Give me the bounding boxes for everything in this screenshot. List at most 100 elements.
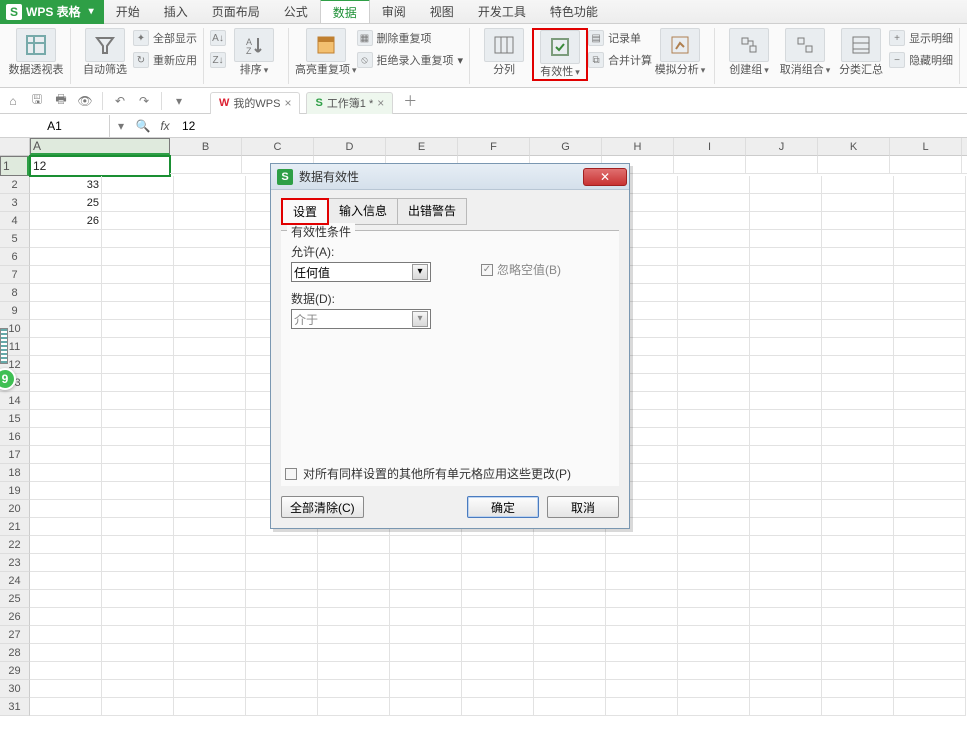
cell[interactable] bbox=[678, 464, 750, 482]
cell[interactable] bbox=[894, 698, 966, 716]
cell[interactable] bbox=[174, 248, 246, 266]
cell[interactable] bbox=[102, 482, 174, 500]
cell[interactable] bbox=[174, 194, 246, 212]
cell[interactable] bbox=[318, 572, 390, 590]
cell[interactable] bbox=[822, 230, 894, 248]
cell[interactable] bbox=[750, 482, 822, 500]
cell[interactable] bbox=[462, 572, 534, 590]
cell[interactable] bbox=[30, 302, 102, 320]
cell[interactable] bbox=[174, 500, 246, 518]
redo-icon[interactable]: ↷ bbox=[135, 92, 153, 110]
clear-all-button[interactable]: 全部清除(C) bbox=[281, 496, 364, 518]
home-icon[interactable]: ⌂ bbox=[4, 92, 22, 110]
cell[interactable] bbox=[102, 446, 174, 464]
cell[interactable] bbox=[894, 500, 966, 518]
cell[interactable] bbox=[678, 518, 750, 536]
cell[interactable] bbox=[894, 518, 966, 536]
cancel-button[interactable]: 取消 bbox=[547, 496, 619, 518]
cell[interactable] bbox=[102, 554, 174, 572]
cell[interactable] bbox=[606, 590, 678, 608]
cell[interactable] bbox=[822, 446, 894, 464]
cell[interactable] bbox=[390, 662, 462, 680]
cell[interactable] bbox=[822, 662, 894, 680]
row-header[interactable]: 18 bbox=[0, 464, 30, 482]
menu-item-6[interactable]: 视图 bbox=[418, 0, 466, 24]
row-header[interactable]: 21 bbox=[0, 518, 30, 536]
row-header[interactable]: 31 bbox=[0, 698, 30, 716]
cell[interactable] bbox=[102, 356, 174, 374]
cell[interactable] bbox=[462, 680, 534, 698]
print-icon[interactable]: 🖶 bbox=[52, 92, 70, 110]
cell[interactable] bbox=[30, 248, 102, 266]
cell[interactable] bbox=[318, 626, 390, 644]
cell[interactable] bbox=[534, 554, 606, 572]
cell[interactable] bbox=[318, 608, 390, 626]
row-header[interactable]: 27 bbox=[0, 626, 30, 644]
cell[interactable] bbox=[170, 156, 242, 174]
tab-error-alert[interactable]: 出错警告 bbox=[397, 198, 467, 225]
cell[interactable] bbox=[894, 320, 966, 338]
cell[interactable] bbox=[962, 156, 967, 174]
cell[interactable] bbox=[102, 680, 174, 698]
cell[interactable] bbox=[462, 662, 534, 680]
cell[interactable] bbox=[822, 500, 894, 518]
cell[interactable]: 33 bbox=[30, 176, 102, 194]
cell[interactable] bbox=[534, 644, 606, 662]
cell[interactable] bbox=[30, 626, 102, 644]
cell[interactable] bbox=[750, 428, 822, 446]
cell[interactable] bbox=[606, 536, 678, 554]
row-header[interactable]: 6 bbox=[0, 248, 30, 266]
cell[interactable] bbox=[822, 338, 894, 356]
app-badge[interactable]: S WPS 表格 ▾ bbox=[0, 0, 104, 24]
cell[interactable] bbox=[174, 230, 246, 248]
cell[interactable] bbox=[246, 554, 318, 572]
row-header[interactable]: 2 bbox=[0, 176, 30, 194]
row-header[interactable]: 25 bbox=[0, 590, 30, 608]
cell[interactable] bbox=[822, 302, 894, 320]
hide-detail-button[interactable]: −隐藏明细 bbox=[889, 52, 953, 68]
cell[interactable] bbox=[246, 626, 318, 644]
cell[interactable]: 26 bbox=[30, 212, 102, 230]
autofilter-button[interactable]: 自动筛选 bbox=[77, 28, 133, 77]
cell[interactable] bbox=[894, 392, 966, 410]
cell[interactable] bbox=[678, 320, 750, 338]
column-header[interactable]: H bbox=[602, 138, 674, 156]
cell[interactable] bbox=[30, 500, 102, 518]
cell[interactable] bbox=[894, 482, 966, 500]
cell[interactable] bbox=[390, 626, 462, 644]
column-header[interactable]: M bbox=[962, 138, 967, 156]
cell[interactable] bbox=[246, 680, 318, 698]
cell[interactable] bbox=[174, 176, 246, 194]
formula-input[interactable] bbox=[176, 119, 967, 133]
cell[interactable] bbox=[174, 572, 246, 590]
cell[interactable] bbox=[102, 338, 174, 356]
cell[interactable] bbox=[678, 176, 750, 194]
cell[interactable] bbox=[750, 572, 822, 590]
cell[interactable] bbox=[174, 518, 246, 536]
cell[interactable] bbox=[174, 410, 246, 428]
cell[interactable] bbox=[390, 590, 462, 608]
cell[interactable] bbox=[750, 590, 822, 608]
column-header[interactable]: J bbox=[746, 138, 818, 156]
row-header[interactable]: 29 bbox=[0, 662, 30, 680]
row-header[interactable]: 14 bbox=[0, 392, 30, 410]
cell[interactable] bbox=[894, 194, 966, 212]
cell[interactable] bbox=[30, 464, 102, 482]
cell[interactable] bbox=[30, 446, 102, 464]
cell[interactable] bbox=[30, 266, 102, 284]
doc-tab-workbook1[interactable]: S 工作簿1 * × bbox=[306, 92, 393, 114]
name-box-input[interactable] bbox=[5, 119, 103, 133]
row-header[interactable]: 24 bbox=[0, 572, 30, 590]
cell[interactable] bbox=[678, 284, 750, 302]
cell[interactable] bbox=[678, 698, 750, 716]
cell[interactable] bbox=[678, 536, 750, 554]
column-header[interactable]: E bbox=[386, 138, 458, 156]
cell[interactable] bbox=[822, 590, 894, 608]
cell[interactable] bbox=[318, 536, 390, 554]
cell[interactable] bbox=[174, 302, 246, 320]
column-header[interactable]: F bbox=[458, 138, 530, 156]
cell[interactable] bbox=[102, 248, 174, 266]
cell[interactable] bbox=[102, 464, 174, 482]
cell[interactable] bbox=[246, 644, 318, 662]
cell[interactable] bbox=[318, 662, 390, 680]
